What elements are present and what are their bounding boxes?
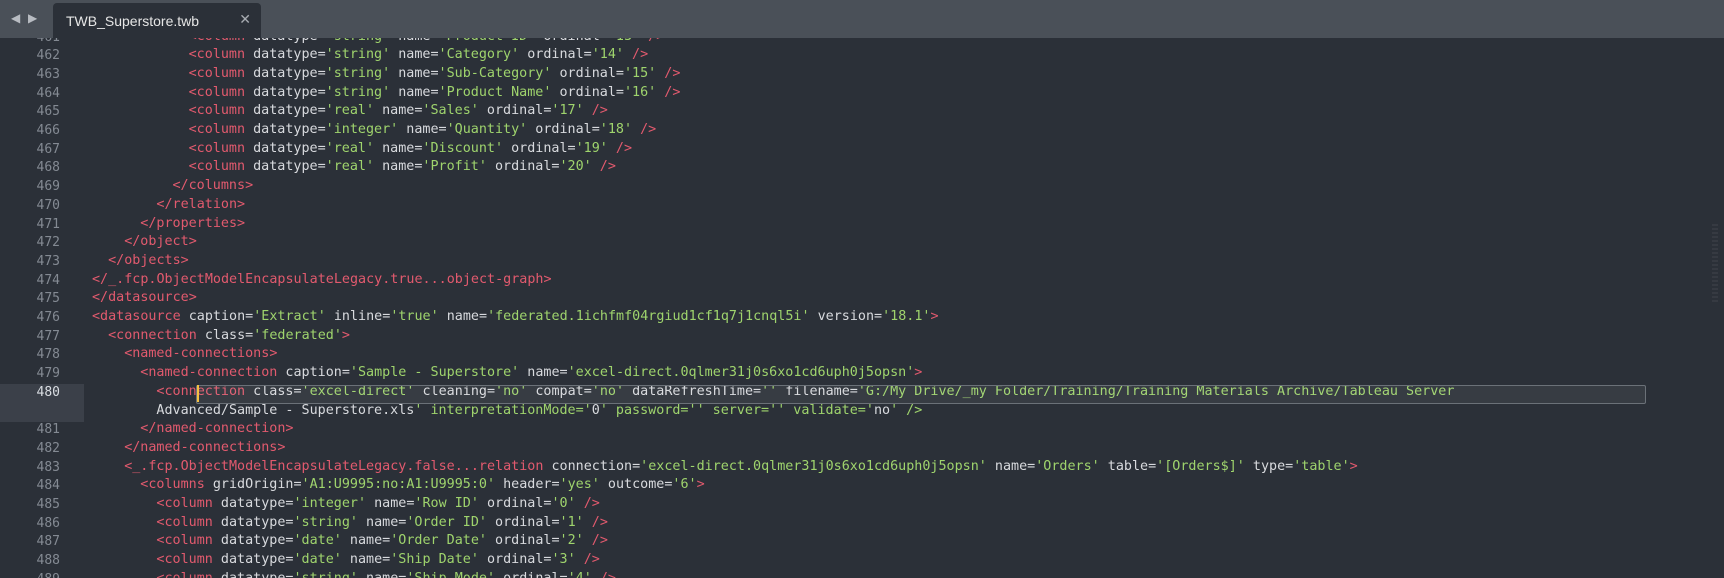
line-number: 480 — [36, 384, 60, 400]
code-line[interactable]: <named-connections> — [124, 345, 277, 363]
line-number: 470 — [36, 197, 60, 213]
close-icon[interactable]: ✕ — [239, 11, 251, 29]
code-line[interactable]: <column datatype='string' name='Ship Mod… — [156, 570, 616, 578]
code-line[interactable]: <named-connection caption='Sample - Supe… — [140, 364, 922, 382]
code-line[interactable]: </named-connections> — [124, 439, 285, 457]
code-line[interactable]: </relation> — [156, 196, 245, 214]
code-line[interactable]: <column datatype='string' name='Product … — [189, 38, 665, 46]
code-line[interactable]: <column datatype='real' name='Sales' ord… — [189, 102, 608, 120]
code-line[interactable]: <column datatype='date' name='Ship Date'… — [156, 551, 599, 569]
code-line[interactable]: <column datatype='string' name='Order ID… — [156, 514, 608, 532]
line-number: 473 — [36, 253, 60, 269]
line-number: 486 — [36, 515, 60, 531]
line-number: 469 — [36, 179, 60, 195]
line-number: 467 — [36, 141, 60, 157]
code-line[interactable]: <column datatype='string' name='Product … — [189, 84, 681, 102]
arrow-right-icon[interactable]: ▶ — [28, 9, 37, 27]
code-line[interactable]: <connection class='federated'> — [108, 327, 350, 345]
line-number: 465 — [36, 104, 60, 120]
line-number: 489 — [0, 571, 60, 578]
line-number: 466 — [36, 123, 60, 138]
code-line[interactable]: </datasource> — [92, 289, 197, 307]
code-line[interactable]: </columns> — [173, 177, 254, 195]
line-number: 475 — [36, 291, 60, 307]
line-number: 461 — [0, 38, 60, 47]
code-line[interactable]: <column datatype='real' name='Profit' or… — [189, 158, 616, 176]
code-editor[interactable]: 461462 463 464 465 466 467 468 469 470 471 472 473 4… — [0, 38, 1724, 578]
code-line[interactable]: </objects> — [108, 252, 189, 270]
scroll-minimap[interactable] — [1712, 224, 1718, 304]
line-number: 484 — [36, 478, 60, 494]
tab-title: TWB_Superstore.twb — [66, 13, 200, 29]
code-line[interactable]: <column datatype='integer' name='Quantit… — [189, 121, 657, 139]
line-number: 474 — [36, 272, 60, 288]
code-line[interactable]: <datasource caption='Extract' inline='tr… — [92, 308, 939, 326]
arrow-left-icon[interactable]: ◀ — [11, 9, 20, 27]
text-cursor — [197, 385, 199, 402]
code-line[interactable]: <_.fcp.ObjectModelEncapsulateLegacy.fals… — [124, 458, 1358, 476]
line-number: 483 — [36, 459, 60, 475]
line-number: 463 — [36, 66, 60, 82]
line-number: 481 — [36, 422, 60, 438]
code-line[interactable]: </properties> — [140, 215, 245, 233]
file-tab[interactable]: TWB_Superstore.twb ✕ — [53, 3, 261, 38]
line-number: 462 — [36, 48, 60, 64]
selection-highlight — [196, 385, 1646, 404]
code-line[interactable]: <column datatype='string' name='Sub-Cate… — [189, 65, 681, 83]
line-number: 471 — [36, 216, 60, 232]
tab-bar: ◀ ▶ TWB_Superstore.twb ✕ — [0, 0, 1724, 38]
line-number: 482 — [36, 440, 60, 456]
code-line[interactable]: </object> — [124, 233, 197, 251]
line-number: 488 — [36, 553, 60, 569]
code-line[interactable]: <columns gridOrigin='A1:U9995:no:A1:U999… — [140, 476, 704, 494]
line-number: 478 — [36, 347, 60, 363]
line-number: 477 — [36, 328, 60, 344]
line-number: 479 — [36, 366, 60, 382]
line-number: 476 — [36, 310, 60, 325]
code-line[interactable]: <column datatype='string' name='Category… — [189, 46, 649, 64]
code-line[interactable]: <column datatype='real' name='Discount' … — [189, 140, 632, 158]
line-number: 464 — [36, 85, 60, 101]
code-line[interactable]: </named-connection> — [140, 420, 293, 438]
line-number: 485 — [36, 497, 60, 512]
line-number: 487 — [36, 534, 60, 550]
code-line[interactable]: Advanced/Sample - Superstore.xls' interp… — [156, 402, 922, 420]
code-line[interactable]: <column datatype='date' name='Order Date… — [156, 532, 608, 550]
code-line[interactable]: <column datatype='integer' name='Row ID'… — [156, 495, 599, 513]
code-line[interactable]: </_.fcp.ObjectModelEncapsulateLegacy.tru… — [92, 271, 552, 289]
line-number: 472 — [36, 235, 60, 251]
line-number: 468 — [36, 160, 60, 176]
